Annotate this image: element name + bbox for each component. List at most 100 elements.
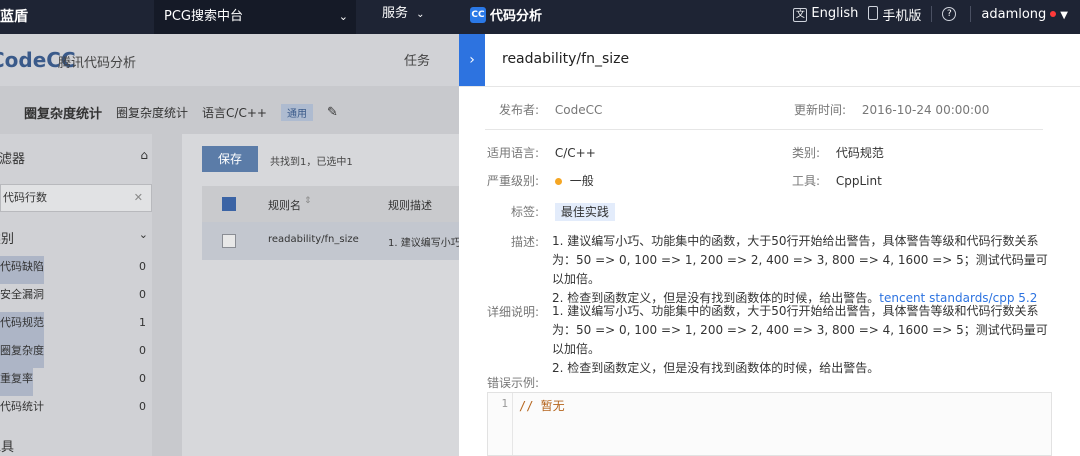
category-label: 类别: <box>792 146 821 160</box>
lang-value: C/C++ <box>554 146 596 160</box>
tags-row: 标签: 最佳实践 <box>511 203 615 221</box>
drawer-title: readability/fn_size <box>502 51 630 67</box>
language-switch[interactable]: 文 English <box>793 6 858 22</box>
mobile-phone-icon <box>868 5 879 20</box>
caret-down-icon: ▼ <box>1060 9 1068 21</box>
codecc-icon: CC <box>470 6 486 23</box>
category-list: 代码缺陷 0 安全漏洞 0 代码规范 1 圈复杂度 0 重复率 0 代码统计 0 <box>0 256 150 424</box>
clear-icon[interactable]: ✕ <box>134 185 143 211</box>
severity-label: 严重级别: <box>487 174 540 188</box>
list-item[interactable]: 代码规范 1 <box>0 312 150 340</box>
divider <box>970 6 972 22</box>
tool-group-header[interactable]: 工具 <box>0 436 14 455</box>
divider <box>459 86 1080 87</box>
app-logo[interactable]: CC 代码分析 <box>470 5 542 24</box>
divider <box>485 129 1043 130</box>
detail-text: 1. 建议编写小巧、功能集中的函数，大于50行开始给出警告，具体警告等级和代码行… <box>552 302 1052 378</box>
notification-dot <box>1050 11 1057 17</box>
table-header: 规则名 ⇕ 规则描述 <box>202 186 460 222</box>
row-rule-name: readability/fn_size <box>268 234 359 245</box>
item-label: 代码规范 <box>0 312 44 340</box>
list-item[interactable]: 重复率 0 <box>0 368 150 396</box>
item-count: 1 <box>139 316 146 329</box>
mobile-link[interactable]: 手机版 <box>868 5 921 24</box>
desc-line: 1. 建议编写小巧、功能集中的函数，大于50行开始给出警告，具体警告等级和代码行… <box>552 234 1039 248</box>
language-label: English <box>811 6 859 21</box>
col-rule-desc: 规则描述 <box>388 199 432 212</box>
example-label: 错误示例: <box>487 376 540 390</box>
list-item[interactable]: 安全漏洞 0 <box>0 284 150 312</box>
item-label: 代码统计 <box>0 400 44 413</box>
description-text: 1. 建议编写小巧、功能集中的函数，大于50行开始给出警告，具体警告等级和代码行… <box>552 232 1052 308</box>
severity-row: 严重级别: 一般 <box>487 172 594 189</box>
category-value: 代码规范 <box>835 146 884 160</box>
table-row[interactable]: readability/fn_size 1. 建议编写小巧 <box>202 222 461 260</box>
crumb-language: 语言C/C++ <box>202 105 267 120</box>
chevron-down-icon: ⌄ <box>416 9 425 20</box>
username: adamlong <box>981 6 1047 22</box>
mobile-label: 手机版 <box>882 8 922 24</box>
collapse-drawer-button[interactable]: › <box>459 34 485 86</box>
item-count: 0 <box>139 400 146 413</box>
background-app: CodeCC 腾讯代码分析 任务 圈复杂度统计 圈复杂度统计 语言C/C++ 通… <box>0 34 461 456</box>
list-item[interactable]: 代码缺陷 0 <box>0 256 150 284</box>
desc-label: 描述: <box>511 235 540 249</box>
sort-icon[interactable]: ⇕ <box>304 196 312 206</box>
tool-row: 工具: CppLint <box>792 172 882 189</box>
save-button[interactable]: 保存 <box>202 146 258 172</box>
topbar-right: 文 English 手机版 ? adamlong ▼ <box>793 0 1068 28</box>
severity-value: 一般 <box>569 174 594 188</box>
item-label: 圈复杂度 <box>0 340 44 368</box>
app-name: 代码分析 <box>490 9 543 24</box>
search-value: 代码行数 <box>3 191 47 204</box>
detail-line: 2. 检查到函数定义，但是没有找到函数体的时候，给出警告。 <box>552 361 880 375</box>
project-selector[interactable]: PCG搜索中台 ⌄ <box>154 0 356 34</box>
clear-filter-icon[interactable]: ⌂ <box>140 148 148 162</box>
item-label: 代码缺陷 <box>0 256 44 284</box>
rules-panel: 保存 共找到1，已选中1 规则名 ⇕ 规则描述 readability/fn_s… <box>182 134 461 456</box>
chevron-right-icon: › <box>469 52 475 68</box>
tags-label: 标签: <box>511 205 540 219</box>
line-number: 1 <box>488 393 513 455</box>
tab-task[interactable]: 任务 <box>404 50 430 69</box>
service-label: 服务 <box>382 6 409 21</box>
item-count: 0 <box>139 344 146 357</box>
brand-name[interactable]: 蓝盾 <box>0 6 28 26</box>
updated-label: 更新时间: <box>794 103 847 117</box>
crumb-item: 圈复杂度统计 <box>116 105 189 120</box>
select-all-checkbox[interactable] <box>222 197 236 211</box>
publisher-row: 发布者: CodeCC <box>499 101 602 118</box>
service-menu[interactable]: 服务 ⌄ <box>382 0 425 29</box>
rule-detail-drawer: › readability/fn_size 发布者: CodeCC 更新时间: … <box>459 34 1080 456</box>
code-example-editor[interactable]: 1 // 暂无 <box>487 392 1052 456</box>
lang-label: 适用语言: <box>487 146 540 160</box>
detail-label: 详细说明: <box>487 305 540 319</box>
item-label: 安全漏洞 <box>0 288 44 301</box>
user-menu[interactable]: adamlong ▼ <box>981 7 1068 22</box>
project-name: PCG搜索中台 <box>164 9 243 24</box>
edit-icon[interactable]: ✎ <box>327 105 338 120</box>
detail-line: 为：50 => 0, 100 => 1, 200 => 2, 400 => 3,… <box>552 323 1048 356</box>
publisher-label: 发布者: <box>499 103 540 117</box>
code-line: // 暂无 <box>519 399 565 413</box>
breadcrumb: 圈复杂度统计 圈复杂度统计 语言C/C++ 通用 ✎ <box>0 102 460 122</box>
row-checkbox[interactable] <box>222 234 236 248</box>
found-count: 共找到1，已选中1 <box>270 157 353 168</box>
filter-title: 过滤器 <box>0 152 26 167</box>
top-navigation-bar: 蓝盾 PCG搜索中台 ⌄ 服务 ⌄ CC 代码分析 文 English 手机版 ?… <box>0 0 1080 34</box>
logo-subtitle: 腾讯代码分析 <box>58 56 137 71</box>
filter-sidebar: 过滤器 ⌂ 代码行数 ✕ 类别 ⌄ 代码缺陷 0 安全漏洞 0 代码规范 1 圈复杂度… <box>0 134 152 456</box>
translate-icon: 文 <box>793 8 808 22</box>
category-group-header[interactable]: 类别 ⌄ <box>0 228 148 247</box>
list-item[interactable]: 圈复杂度 0 <box>0 340 150 368</box>
category-row: 类别: 代码规范 <box>792 144 884 161</box>
col-rule-name[interactable]: 规则名 <box>268 197 301 213</box>
page-title: 圈复杂度统计 <box>24 106 103 122</box>
group-label: 类别 <box>0 232 15 247</box>
item-label: 重复率 <box>0 368 33 396</box>
help-icon[interactable]: ? <box>942 7 957 21</box>
publisher-value: CodeCC <box>554 103 603 117</box>
list-item[interactable]: 代码统计 0 <box>0 396 150 424</box>
filter-search-input[interactable]: 代码行数 ✕ <box>0 184 152 212</box>
chevron-down-icon: ⌄ <box>338 10 348 23</box>
